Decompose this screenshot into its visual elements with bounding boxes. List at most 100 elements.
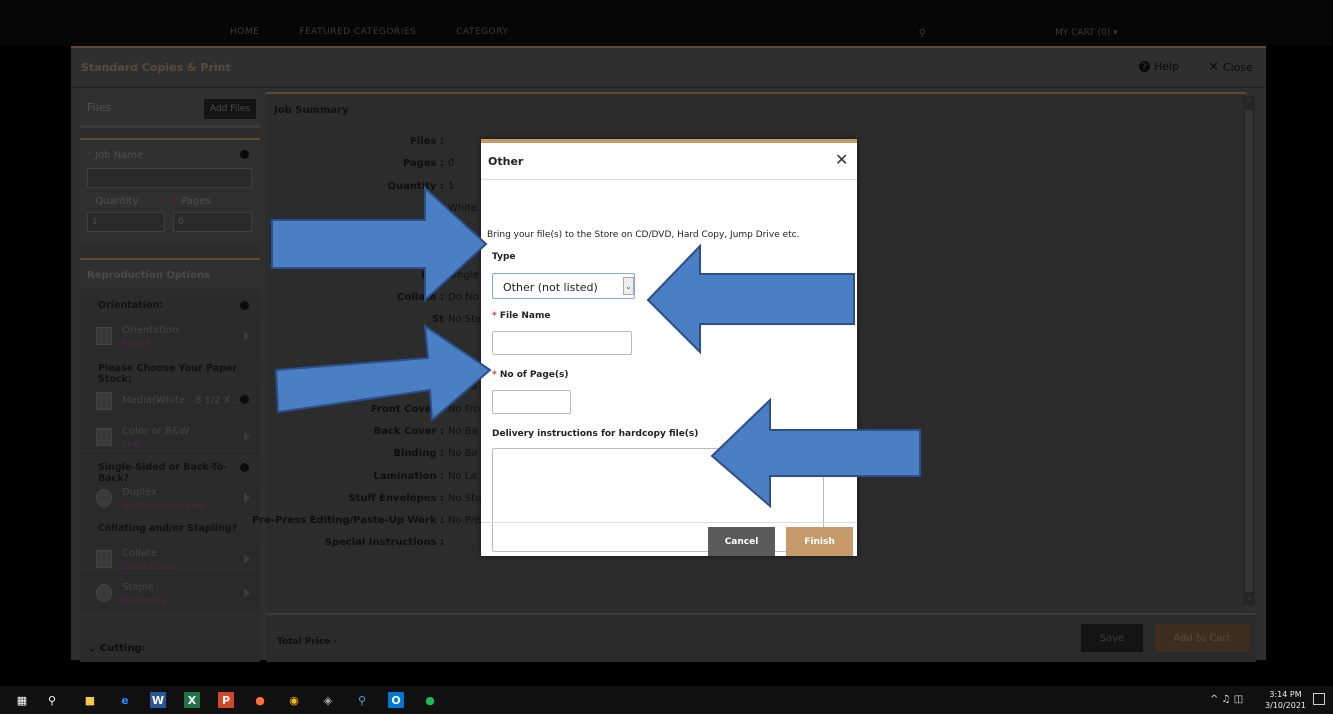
pages-count-label: * No of Page(s) [492,370,569,380]
color-icon [96,428,112,446]
summary-key: Front Cover : [370,403,444,415]
help-button[interactable]: ? Help [1139,60,1179,73]
screen: HOME FEATURED CATEGORIES CATEGORY ⚲ MY C… [0,0,1333,714]
file-name-label: * File Name [492,311,551,321]
taskbar-clock[interactable]: 3:14 PM 3/10/2021 [1265,689,1306,711]
file-explorer-icon[interactable]: ■ [82,692,98,708]
search-icon[interactable]: ⚲ [44,692,60,708]
reproduction-options-title: Reproduction Options [80,258,260,288]
pages-count-input[interactable] [492,390,571,414]
duplex-icon [96,489,112,507]
dialog-header: Other ✕ [481,143,857,180]
finish-button[interactable]: Finish [786,527,853,556]
collate-option[interactable]: Collate Do Not Collate [80,542,260,576]
chevron-right-icon [244,331,250,341]
info-icon[interactable] [240,150,249,159]
scroll-thumb[interactable] [1245,110,1253,592]
cutting-head[interactable]: ⌄ Cutting: [80,637,260,662]
close-icon[interactable]: ✕ [835,150,848,169]
nav-featured[interactable]: FEATURED CATEGORIES [299,27,416,37]
paper-stock-head: Please Choose Your Paper Stock: [80,355,260,385]
add-to-cart-button[interactable]: Add to Cart [1155,624,1249,652]
spotify-icon[interactable]: ● [422,692,438,708]
info-icon[interactable] [240,301,249,310]
collate-icon [96,550,112,568]
search-icon[interactable]: ⚲ [826,28,926,39]
job-summary-title: Job Summary [274,105,349,116]
close-button[interactable]: ✕ Close [1208,60,1253,75]
nav-cart[interactable]: MY CART (0) ▾ [1055,28,1118,38]
paint-icon[interactable]: ◈ [320,692,336,708]
orientation-option[interactable]: Orientation Portrait [80,319,260,355]
edge-icon[interactable]: e [117,692,133,708]
summary-value: No Bir [448,448,479,460]
summary-value: No Sta [448,314,482,326]
site-top-nav: HOME FEATURED CATEGORIES CATEGORY ⚲ MY C… [0,0,1333,46]
summary-value: No Pu [448,381,477,393]
save-button[interactable]: Save [1081,624,1143,652]
summary-value: White [448,202,478,214]
help-icon: ? [1139,61,1150,72]
chevron-up-icon[interactable]: ^ [1245,98,1253,106]
summary-value: o Fol [448,359,472,370]
firefox-icon[interactable]: ● [252,692,268,708]
summary-value: B&W [448,247,473,259]
help-label: Help [1154,60,1180,73]
summary-key: Back Cover : [373,425,444,437]
staple-icon [96,584,112,602]
chevron-right-icon [244,588,250,598]
footer-credit [0,672,1333,686]
cancel-button[interactable]: Cancel [708,527,775,556]
powerpoint-icon[interactable]: P [218,692,234,708]
outlook-icon[interactable]: O [388,692,404,708]
windows-taskbar: ▦ ⚲ ■ e W X P ● ◉ ◈ ⚲ O ● ^ ♫ ◫ 3:14 PM … [0,686,1333,714]
system-tray-icons[interactable]: ^ ♫ ◫ [1210,694,1243,705]
job-block: * Job Name * Quantity * Pages 1 0 [80,138,260,243]
window-footer: Total Price - Save Add to Cart [266,613,1256,662]
type-selected-value: Other (not listed) [503,281,598,294]
nav-home[interactable]: HOME [230,27,259,37]
windows-start-icon[interactable]: ▦ [14,692,30,708]
duplex-option[interactable]: Duplex Single-sided (simplex) [80,481,260,515]
job-name-input[interactable] [87,168,252,188]
summary-key: Collate : [397,292,444,304]
chevron-down-icon[interactable]: ⌄ [1245,594,1253,602]
file-name-input[interactable] [492,331,632,355]
summary-value: No Stu [448,492,482,504]
delivery-label: Delivery instructions for hardcopy file(… [492,429,699,439]
excel-icon[interactable]: X [184,692,200,708]
collating-head: Collating and/or Stapling? [80,515,260,542]
summary-key: Pre-Press Editing/Paste-Up Work : [251,515,444,527]
color-option[interactable]: Color or B&W B&W [80,420,260,454]
close-label: Close [1222,61,1253,74]
files-label: Files [87,101,112,114]
media-option[interactable]: Media(White - 8 1/2 X ... [80,382,260,420]
quantity-input[interactable]: 1 [87,212,165,232]
info-icon[interactable] [240,395,249,404]
chrome-icon[interactable]: ◉ [286,692,302,708]
summary-key: Stuff Envelopes : [348,492,444,504]
summary-value: Single [448,269,479,281]
total-price: Total Price - [277,637,338,647]
summary-key: Me [427,202,444,214]
summary-value: No La [448,470,477,482]
summary-key: St [432,314,444,326]
pages-label: * Pages [173,196,211,207]
quantity-label: * Quantity [87,196,139,207]
add-files-button[interactable]: Add Files [204,99,256,119]
chevron-right-icon [244,554,250,564]
sided-head: Single-Sided or Back-To-Back? [80,454,260,484]
word-icon[interactable]: W [150,692,166,708]
close-icon: ✕ [1208,60,1219,75]
type-select[interactable]: Other (not listed) ⌄ [492,273,635,299]
left-panel: Files Add Files * Job Name * Quantity * … [80,92,260,662]
chevron-right-icon [244,493,250,503]
notification-icon[interactable] [1313,693,1325,705]
info-icon[interactable] [240,463,249,472]
summary-scrollbar[interactable]: ^ ⌄ [1243,96,1255,606]
staple-option[interactable]: Staple No Stapling [80,576,260,610]
pages-input[interactable]: 0 [173,212,252,232]
media-icon [96,392,112,410]
nav-category[interactable]: CATEGORY [456,27,508,37]
magnifier-icon[interactable]: ⚲ [354,692,370,708]
